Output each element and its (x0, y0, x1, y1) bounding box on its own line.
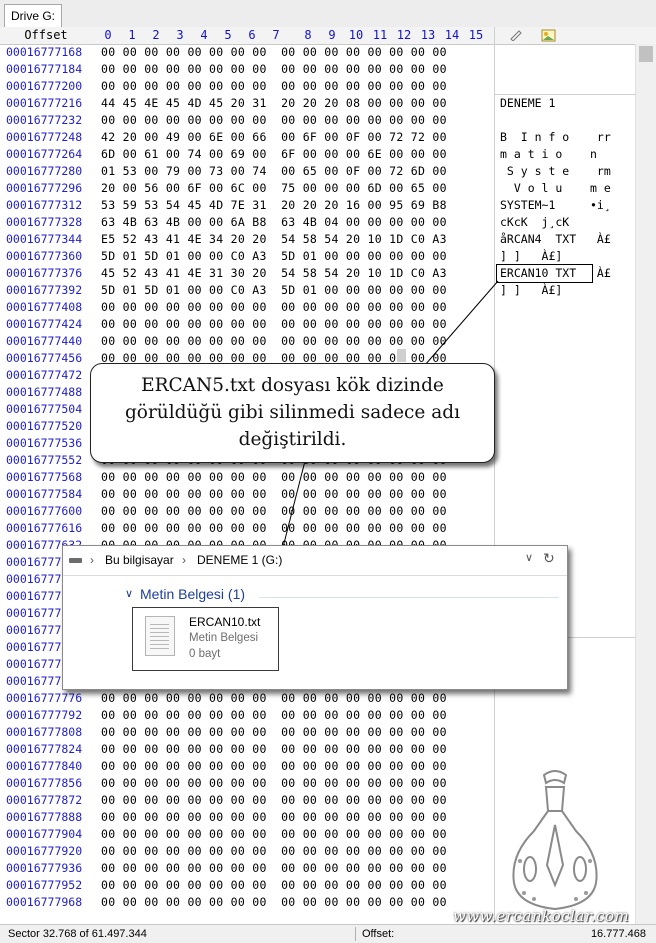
refresh-icon[interactable]: ↻ (543, 550, 555, 567)
explorer-window: › Bu bilgisayar › DENEME 1 (G:) ∨ ↻ ∨ Me… (62, 545, 568, 690)
file-item[interactable]: ERCAN10.txt Metin Belgesi 0 bayt (132, 607, 279, 671)
breadcrumb-chevron-icon: › (182, 553, 186, 567)
address-bar[interactable]: › Bu bilgisayar › DENEME 1 (G:) ∨ ↻ (63, 546, 567, 576)
file-type: Metin Belgesi (189, 632, 259, 644)
bottle-logo (512, 770, 598, 911)
callout-line-2: görüldüğü gibi silinmedi sadece adı (124, 402, 461, 423)
group-collapse-icon[interactable]: ∨ (125, 587, 133, 600)
status-offset-value: 16.777.468 (590, 928, 646, 940)
breadcrumb-this-pc[interactable]: Bu bilgisayar (105, 553, 174, 567)
drive-icon (69, 558, 82, 563)
status-sector: Sector 32.768 of 61.497.344 (8, 928, 147, 940)
breadcrumb-drive[interactable]: DENEME 1 (G:) (197, 553, 282, 567)
group-divider (259, 597, 559, 598)
watermark-text: www.ercankoclar.com (453, 907, 630, 925)
callout-line-3: değiştirildi. (238, 429, 347, 450)
file-size: 0 bayt (189, 648, 221, 660)
text-file-icon (145, 616, 175, 656)
status-offset-label: Offset: (362, 928, 395, 940)
file-name: ERCAN10.txt (189, 615, 261, 629)
breadcrumb-chevron-icon: › (90, 553, 94, 567)
status-bar: Sector 32.768 of 61.497.344 Offset: 16.7… (0, 924, 656, 943)
status-divider (355, 927, 356, 941)
group-header[interactable]: Metin Belgesi (1) (140, 586, 245, 602)
address-dropdown-icon[interactable]: ∨ (525, 551, 533, 564)
annotation-callout: ERCAN5.txt dosyası kök dizinde görüldüğü… (90, 363, 495, 463)
callout-line-1: ERCAN5.txt dosyası kök dizinde (141, 375, 444, 396)
navigation-pane (63, 576, 123, 688)
